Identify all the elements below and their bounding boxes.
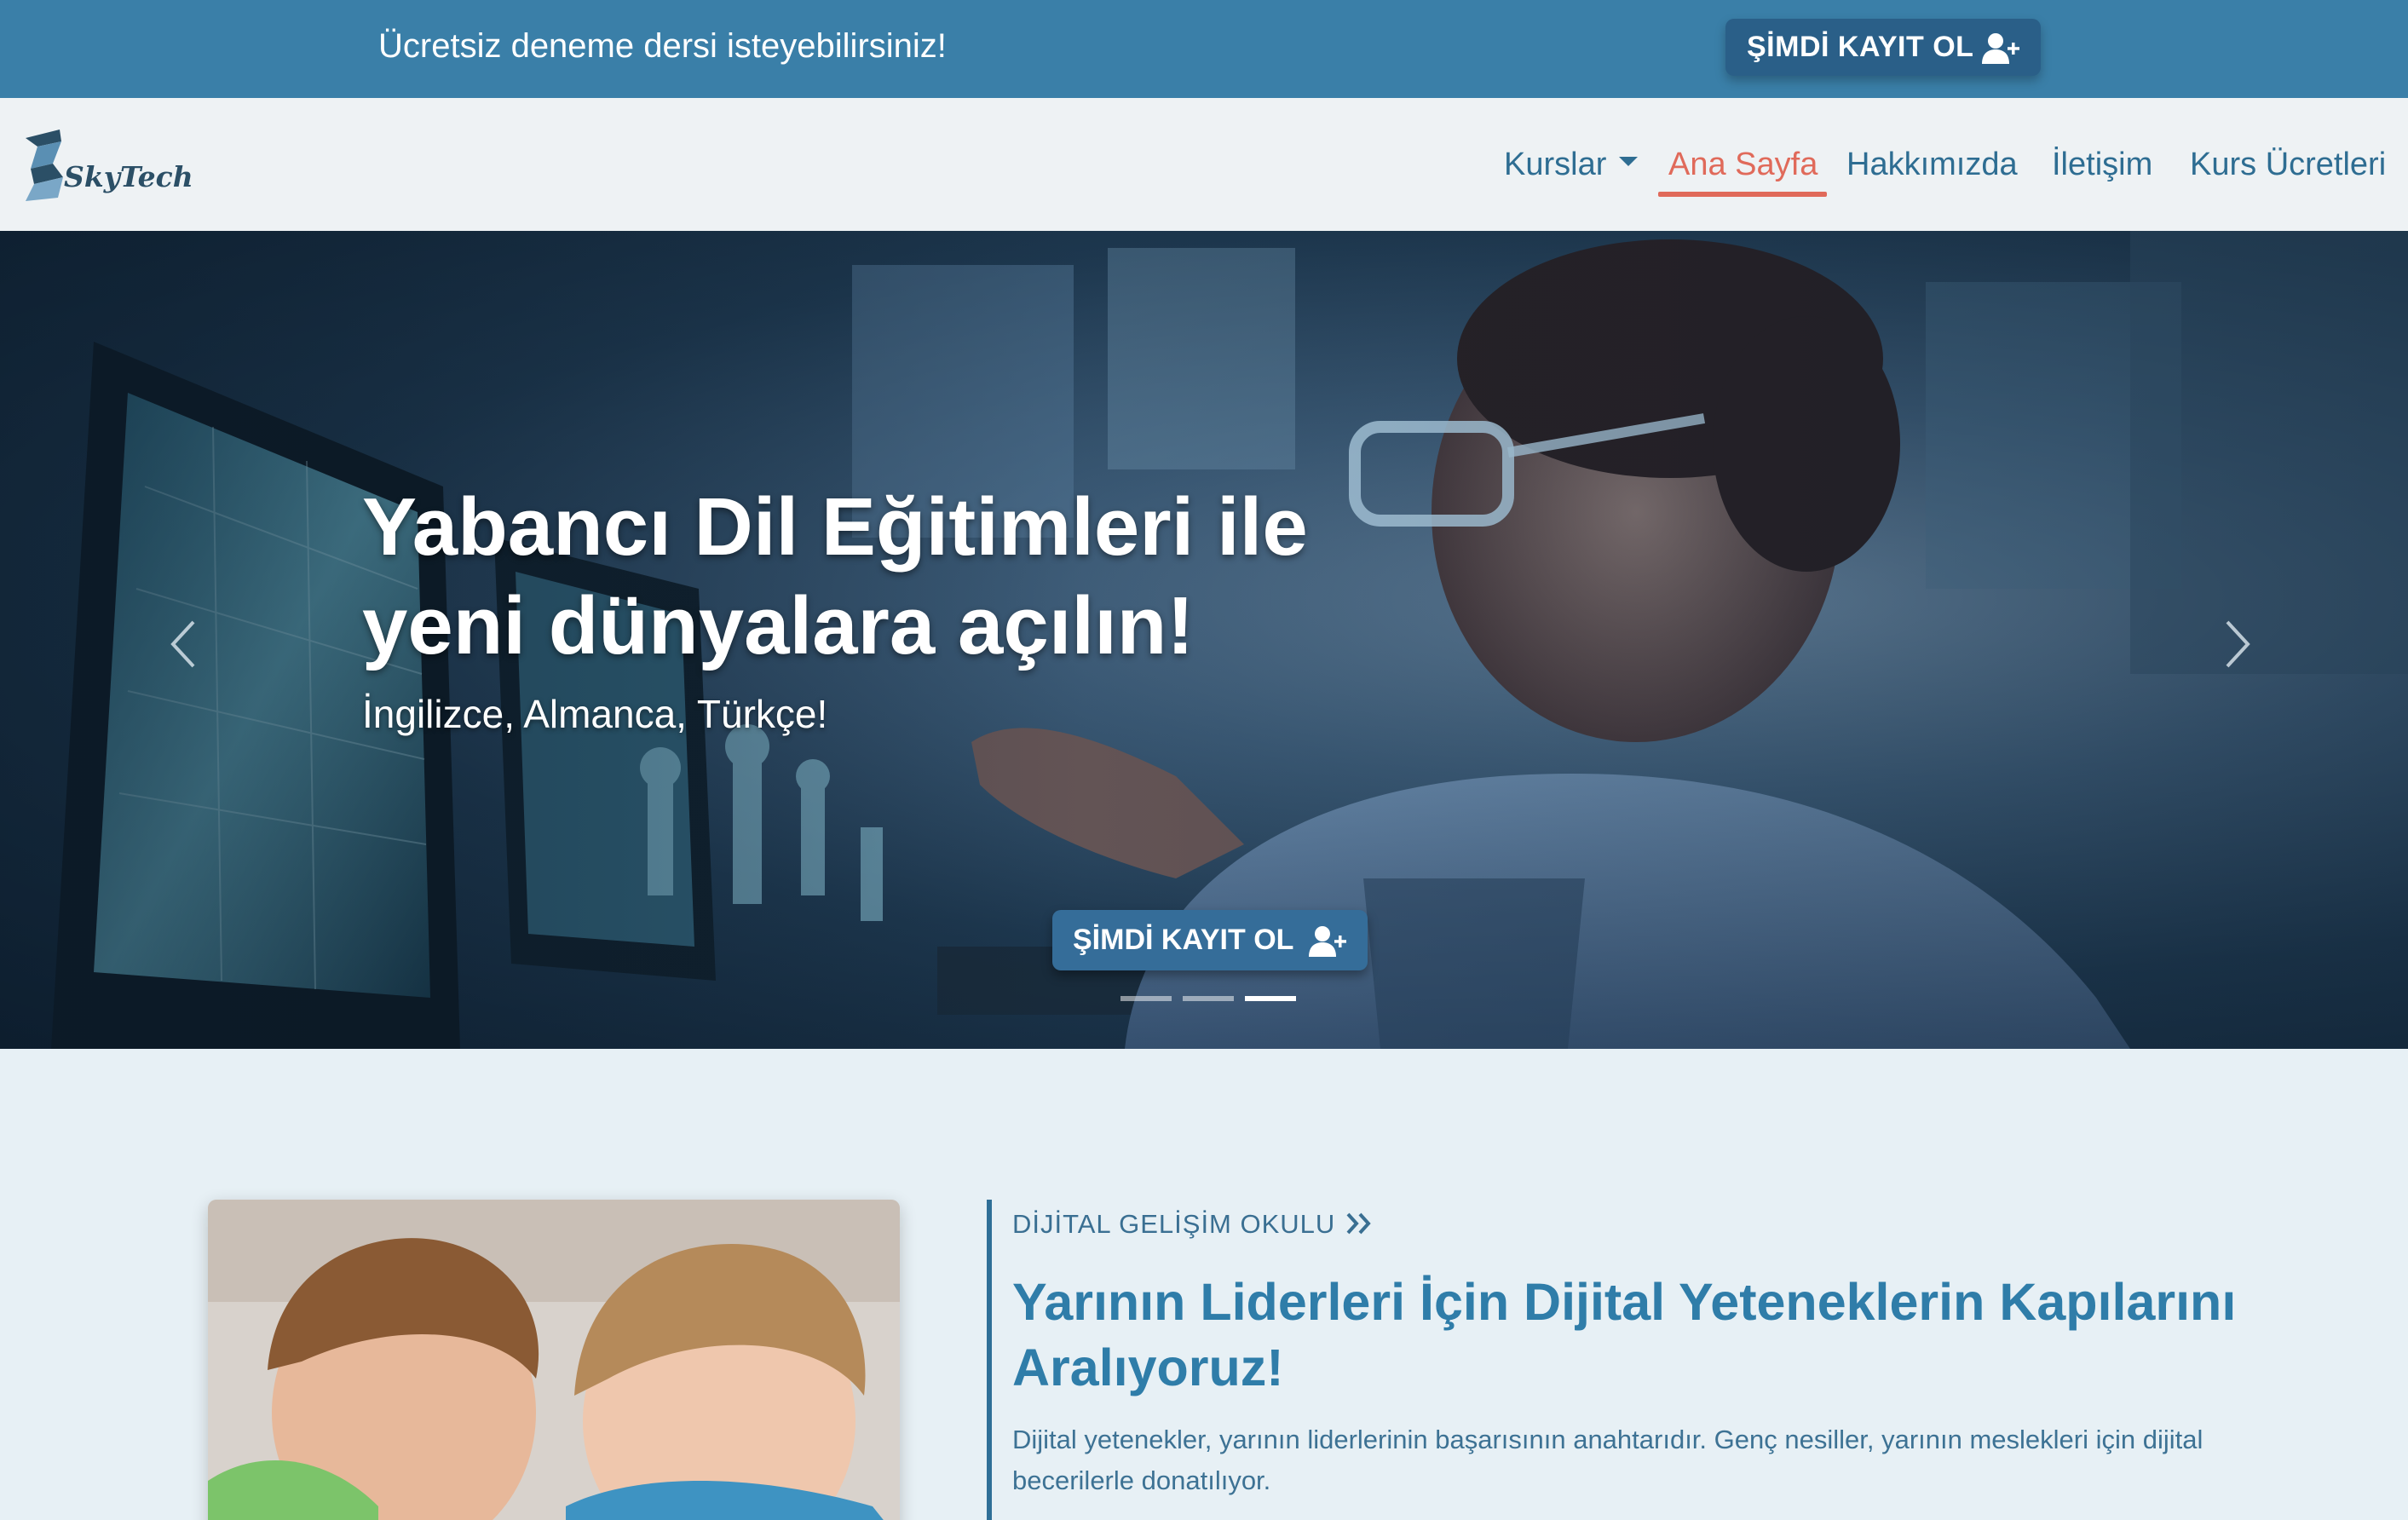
nav-item-hakkimizda[interactable]: Hakkımızda bbox=[1846, 141, 2018, 187]
brand-name[interactable]: SkyTech bbox=[64, 160, 193, 193]
nav-item-kurslar[interactable]: Kurslar bbox=[1504, 141, 1606, 187]
register-now-button-top[interactable]: ŞİMDİ KAYIT OL bbox=[1725, 19, 2041, 76]
section-description: Dijital yetenekler, yarının liderlerinin… bbox=[1012, 1425, 2203, 1495]
register-now-label: ŞİMDİ KAYIT OL bbox=[1073, 924, 1294, 956]
user-plus-icon bbox=[1982, 33, 2019, 64]
carousel-indicator-3[interactable] bbox=[1245, 996, 1296, 1001]
carousel-indicators bbox=[1120, 996, 1296, 1001]
section-headline: Yarının Liderleri İçin Dijital Yetenekle… bbox=[1012, 1273, 2237, 1396]
hero-carousel: Yabancı Dil Eğitimleri ile yeni dünyalar… bbox=[0, 231, 2408, 1049]
nav-item-iletisim[interactable]: İletişim bbox=[2052, 141, 2152, 187]
register-now-button-hero[interactable]: ŞİMDİ KAYIT OL bbox=[1052, 910, 1368, 970]
chevron-left-icon[interactable] bbox=[166, 619, 200, 670]
user-plus-icon bbox=[1309, 926, 1346, 957]
announcement-bar: Ücretsiz deneme dersi isteyebilirsiniz! … bbox=[0, 0, 2408, 98]
section-eyebrow: DİJİTAL GELİŞİM OKULU bbox=[1012, 1209, 1336, 1239]
main-navbar bbox=[0, 98, 2408, 231]
caret-down-icon[interactable] bbox=[1619, 157, 1638, 166]
hero-title-line-1: Yabancı Dil Eğitimleri ile bbox=[362, 481, 1308, 573]
chevron-right-icon[interactable] bbox=[2221, 619, 2255, 670]
announcement-text: Ücretsiz deneme dersi isteyebilirsiniz! bbox=[378, 27, 947, 65]
section-accent-line bbox=[987, 1200, 992, 1520]
double-chevron-right-icon bbox=[1346, 1212, 1371, 1235]
nav-item-kurs-ucretleri[interactable]: Kurs Ücretleri bbox=[2190, 141, 2386, 187]
hero-title-line-2: yeni dünyalara açılın! bbox=[362, 580, 1195, 671]
kids-photo bbox=[208, 1200, 900, 1520]
register-now-label: ŞİMDİ KAYIT OL bbox=[1747, 31, 1974, 63]
hero-title: Yabancı Dil Eğitimleri ile yeni dünyalar… bbox=[362, 478, 1385, 676]
carousel-indicator-1[interactable] bbox=[1120, 996, 1172, 1001]
active-nav-underline bbox=[1658, 192, 1827, 197]
hero-subtitle: İngilizce, Almanca, Türkçe! bbox=[362, 692, 828, 736]
nav-item-ana-sayfa[interactable]: Ana Sayfa bbox=[1668, 141, 1818, 187]
carousel-indicator-2[interactable] bbox=[1183, 996, 1234, 1001]
